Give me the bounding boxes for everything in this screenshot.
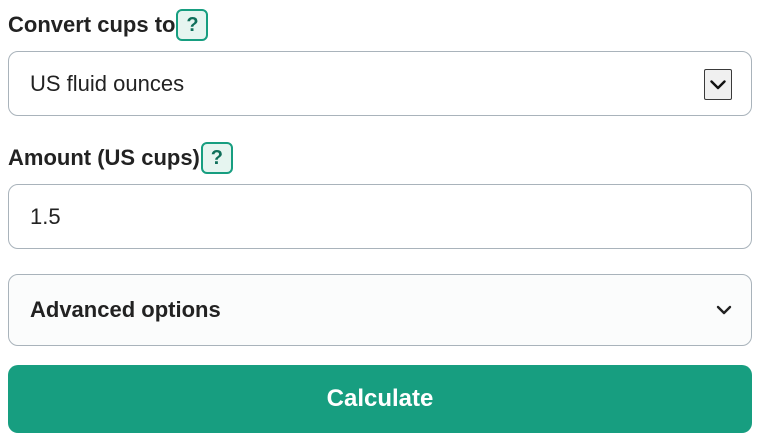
amount-value: 1.5 xyxy=(30,203,61,229)
cups-converter-form: Convert cups to ? US fluid ounces Amount… xyxy=(0,0,760,442)
convert-label-row: Convert cups to ? xyxy=(8,9,209,41)
chevron-down-icon xyxy=(716,305,732,315)
convert-help-button[interactable]: ? xyxy=(176,9,209,41)
amount-help-button[interactable]: ? xyxy=(200,142,233,174)
amount-label-row: Amount (US cups) ? xyxy=(8,142,233,174)
amount-label: Amount (US cups) xyxy=(8,145,200,170)
calculate-button[interactable]: Calculate xyxy=(8,365,752,433)
amount-input[interactable]: 1.5 xyxy=(8,184,752,249)
chevron-down-icon xyxy=(710,79,726,89)
advanced-options-label: Advanced options xyxy=(30,297,221,322)
convert-selected-value: US fluid ounces xyxy=(30,70,185,96)
convert-unit-select[interactable]: US fluid ounces xyxy=(8,51,752,116)
convert-label: Convert cups to xyxy=(8,12,176,37)
select-arrow-button[interactable] xyxy=(704,69,732,100)
advanced-options-toggle[interactable]: Advanced options xyxy=(8,274,752,346)
